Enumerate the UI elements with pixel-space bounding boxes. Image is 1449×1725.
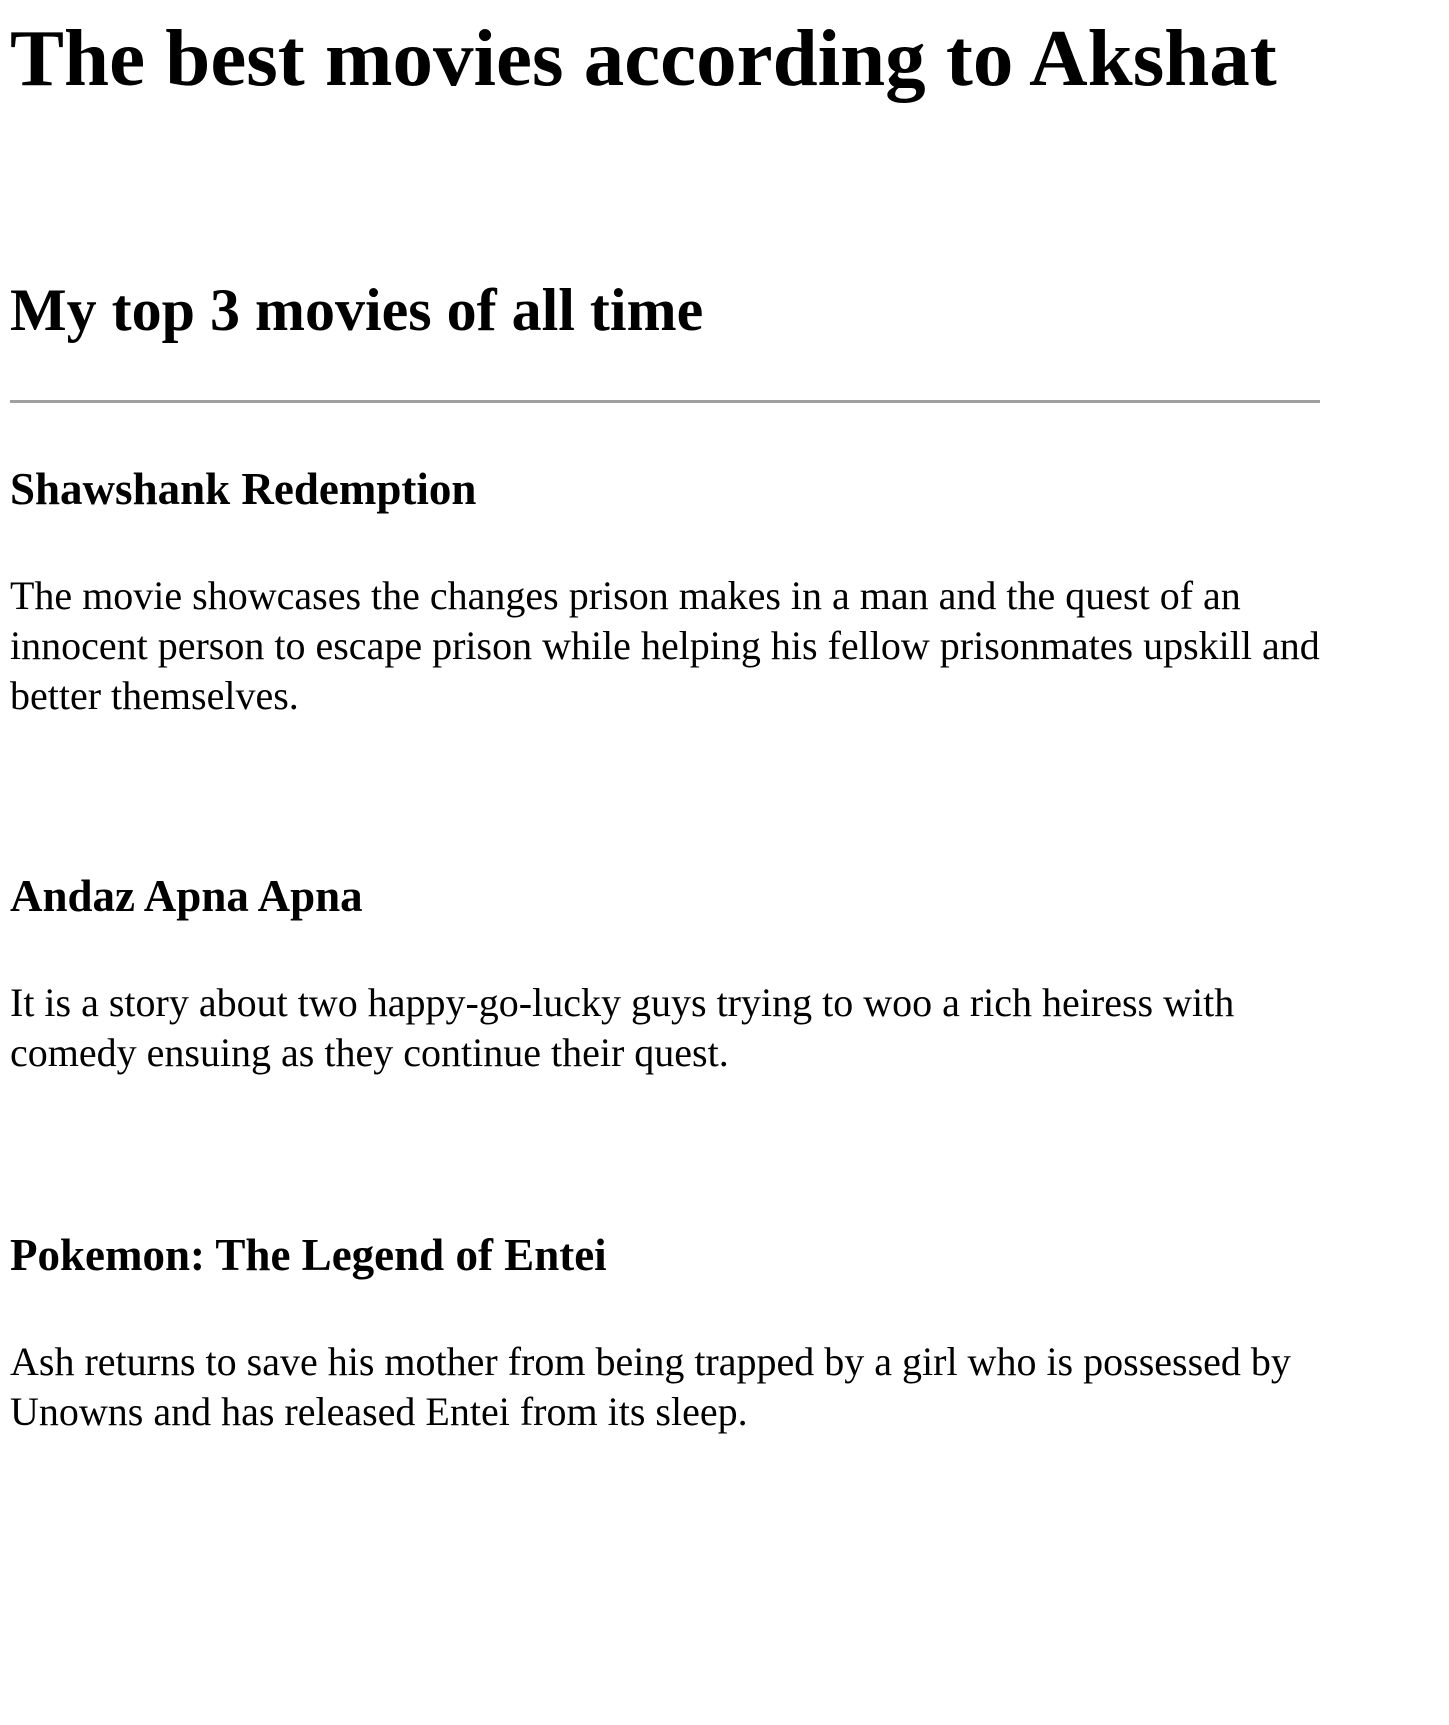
- movie-description: It is a story about two happy-go-lucky g…: [10, 980, 1235, 1075]
- movie-title: Pokemon: The Legend of Entei: [10, 1230, 607, 1280]
- movie-description: The movie showcases the changes prison m…: [10, 573, 1320, 718]
- page-title: The best movies according to Akshat: [10, 13, 1277, 103]
- movie-entry-andaz-apna-apna: Andaz Apna Apna It is a story about two …: [10, 869, 1320, 1078]
- horizontal-divider: [10, 400, 1320, 403]
- movie-entry-shawshank: Shawshank Redemption The movie showcases…: [10, 462, 1320, 721]
- page-content: The best movies according to Akshat My t…: [10, 0, 1320, 1437]
- movie-description: Ash returns to save his mother from bein…: [10, 1339, 1291, 1434]
- section-heading: My top 3 movies of all time: [10, 277, 704, 343]
- movie-title: Andaz Apna Apna: [10, 871, 363, 921]
- movie-entry-pokemon-entei: Pokemon: The Legend of Entei Ash returns…: [10, 1228, 1320, 1437]
- movie-title: Shawshank Redemption: [10, 464, 477, 514]
